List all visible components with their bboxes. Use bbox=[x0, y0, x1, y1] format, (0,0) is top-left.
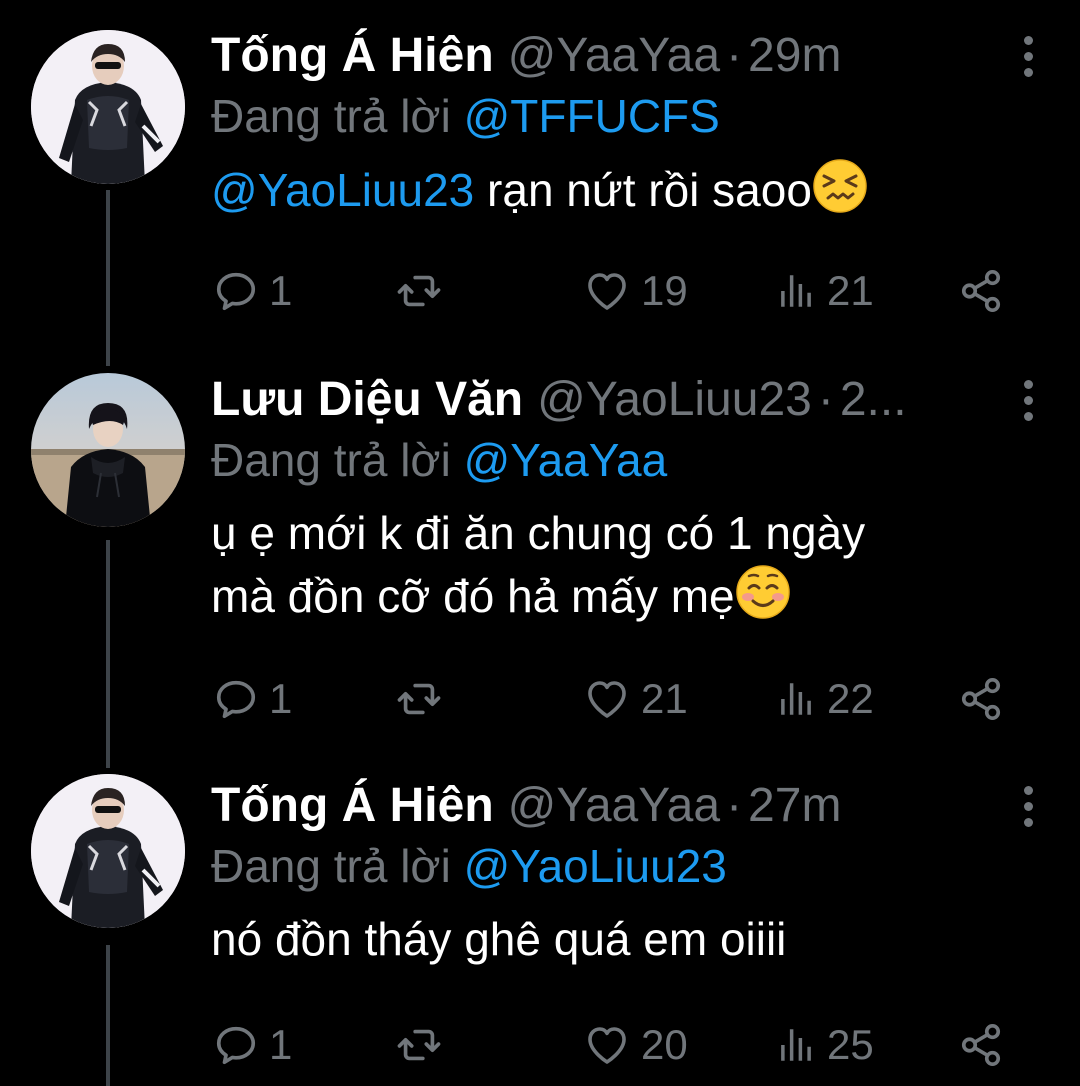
reply-mention[interactable]: @TFFUCFS bbox=[464, 90, 720, 142]
reply-button[interactable]: 1 bbox=[213, 266, 292, 316]
tweet-body-line: ụ ẹ mới k đi ăn chung có 1 ngày bbox=[211, 507, 866, 559]
replying-to: Đang trả lời @YaoLiuu23 bbox=[211, 836, 1040, 896]
avatar[interactable] bbox=[31, 30, 185, 184]
views-icon bbox=[775, 1024, 817, 1066]
tweet-body: nó đồn tháy ghê quá em oiiii bbox=[211, 913, 787, 965]
reply-mention[interactable]: @YaaYaa bbox=[464, 434, 668, 486]
replying-to: Đang trả lời @TFFUCFS bbox=[211, 86, 1040, 146]
separator: · bbox=[726, 779, 743, 832]
tweet[interactable]: Lưu Diệu Văn @YaoLiuu23 · 2... Đang trả lờ… bbox=[0, 366, 1080, 770]
reply-count: 1 bbox=[269, 675, 293, 722]
display-name[interactable]: Tống Á Hiên bbox=[211, 776, 494, 836]
retweet-button[interactable] bbox=[396, 674, 442, 724]
share-icon bbox=[958, 268, 1004, 314]
views-icon bbox=[775, 270, 817, 312]
retweet-icon bbox=[396, 676, 442, 722]
like-button[interactable]: 21 bbox=[583, 674, 688, 724]
views-button[interactable]: 22 bbox=[775, 674, 874, 724]
action-bar: 1 20 25 bbox=[213, 1020, 1013, 1070]
tweet-body-line: mà đồn cỡ đó hả mấy mẹ bbox=[211, 570, 735, 622]
tweet[interactable]: Tống Á Hiên @YaaYaa · 27m Đang trả lời @Ya… bbox=[0, 770, 1080, 1086]
like-count: 19 bbox=[641, 267, 688, 314]
action-bar: 1 21 22 bbox=[213, 674, 1013, 724]
confounded-face-emoji bbox=[812, 158, 868, 214]
mention-link[interactable]: @YaoLiuu23 bbox=[211, 164, 474, 216]
share-icon bbox=[958, 676, 1004, 722]
avatar[interactable] bbox=[31, 774, 185, 928]
retweet-icon bbox=[396, 268, 442, 314]
smiling-face-emoji bbox=[735, 564, 791, 620]
like-icon bbox=[583, 1021, 631, 1069]
share-button[interactable] bbox=[958, 1020, 1004, 1070]
views-icon bbox=[775, 678, 817, 720]
tweet-text: @YaoLiuu23 rạn nứt rồi saoo bbox=[211, 158, 1040, 221]
reply-icon bbox=[213, 1022, 259, 1068]
reply-icon bbox=[213, 676, 259, 722]
reply-button[interactable]: 1 bbox=[213, 674, 292, 724]
reply-count: 1 bbox=[269, 1021, 293, 1068]
view-count: 25 bbox=[827, 1021, 874, 1068]
tweet[interactable]: Tống Á Hiên @YaaYaa · 29m Đang trả lời @TF… bbox=[0, 0, 1080, 366]
like-count: 20 bbox=[641, 1021, 688, 1068]
display-name[interactable]: Tống Á Hiên bbox=[211, 26, 494, 86]
action-bar: 1 19 21 bbox=[213, 266, 1013, 316]
tweet-text: nó đồn tháy ghê quá em oiiii bbox=[211, 908, 1040, 970]
timestamp[interactable]: 29m bbox=[748, 29, 841, 82]
tweet-header: Tống Á Hiên @YaaYaa · 29m bbox=[211, 26, 1040, 86]
tweet-header: Lưu Diệu Văn @YaoLiuu23 · 2... bbox=[211, 370, 1040, 430]
retweet-icon bbox=[396, 1022, 442, 1068]
tweet-body: rạn nứt rồi saoo bbox=[487, 164, 812, 216]
reply-prefix: Đang trả lời bbox=[211, 840, 451, 892]
like-count: 21 bbox=[641, 675, 688, 722]
username[interactable]: @YaaYaa bbox=[508, 779, 720, 832]
reply-count: 1 bbox=[269, 267, 293, 314]
handle-time: @YaaYaa · 27m bbox=[508, 776, 1040, 836]
display-name[interactable]: Lưu Diệu Văn bbox=[211, 370, 523, 430]
share-button[interactable] bbox=[958, 674, 1004, 724]
view-count: 22 bbox=[827, 675, 874, 722]
tweet-text: ụ ẹ mới k đi ăn chung có 1 ngày mà đồn c… bbox=[211, 502, 1040, 627]
timestamp[interactable]: 27m bbox=[748, 779, 841, 832]
view-count: 21 bbox=[827, 267, 874, 314]
handle-time: @YaaYaa · 29m bbox=[508, 26, 1040, 86]
tweet-header: Tống Á Hiên @YaaYaa · 27m bbox=[211, 776, 1040, 836]
more-icon[interactable] bbox=[1012, 776, 1044, 836]
avatar[interactable] bbox=[31, 373, 185, 527]
username[interactable]: @YaaYaa bbox=[508, 29, 720, 82]
like-icon bbox=[583, 267, 631, 315]
handle-time: @YaoLiuu23 · 2... bbox=[537, 370, 1040, 430]
reply-mention[interactable]: @YaoLiuu23 bbox=[464, 840, 727, 892]
separator: · bbox=[726, 29, 743, 82]
reply-button[interactable]: 1 bbox=[213, 1020, 292, 1070]
replying-to: Đang trả lời @YaaYaa bbox=[211, 430, 1040, 490]
views-button[interactable]: 21 bbox=[775, 266, 874, 316]
share-icon bbox=[958, 1022, 1004, 1068]
reply-prefix: Đang trả lời bbox=[211, 90, 451, 142]
reply-icon bbox=[213, 268, 259, 314]
reply-prefix: Đang trả lời bbox=[211, 434, 451, 486]
retweet-button[interactable] bbox=[396, 1020, 442, 1070]
share-button[interactable] bbox=[958, 266, 1004, 316]
more-icon[interactable] bbox=[1012, 370, 1044, 430]
more-icon[interactable] bbox=[1012, 26, 1044, 86]
retweet-button[interactable] bbox=[396, 266, 442, 316]
like-icon bbox=[583, 675, 631, 723]
separator: · bbox=[817, 373, 834, 426]
like-button[interactable]: 19 bbox=[583, 266, 688, 316]
like-button[interactable]: 20 bbox=[583, 1020, 688, 1070]
views-button[interactable]: 25 bbox=[775, 1020, 874, 1070]
timestamp[interactable]: 2... bbox=[840, 373, 907, 426]
username[interactable]: @YaoLiuu23 bbox=[537, 373, 812, 426]
